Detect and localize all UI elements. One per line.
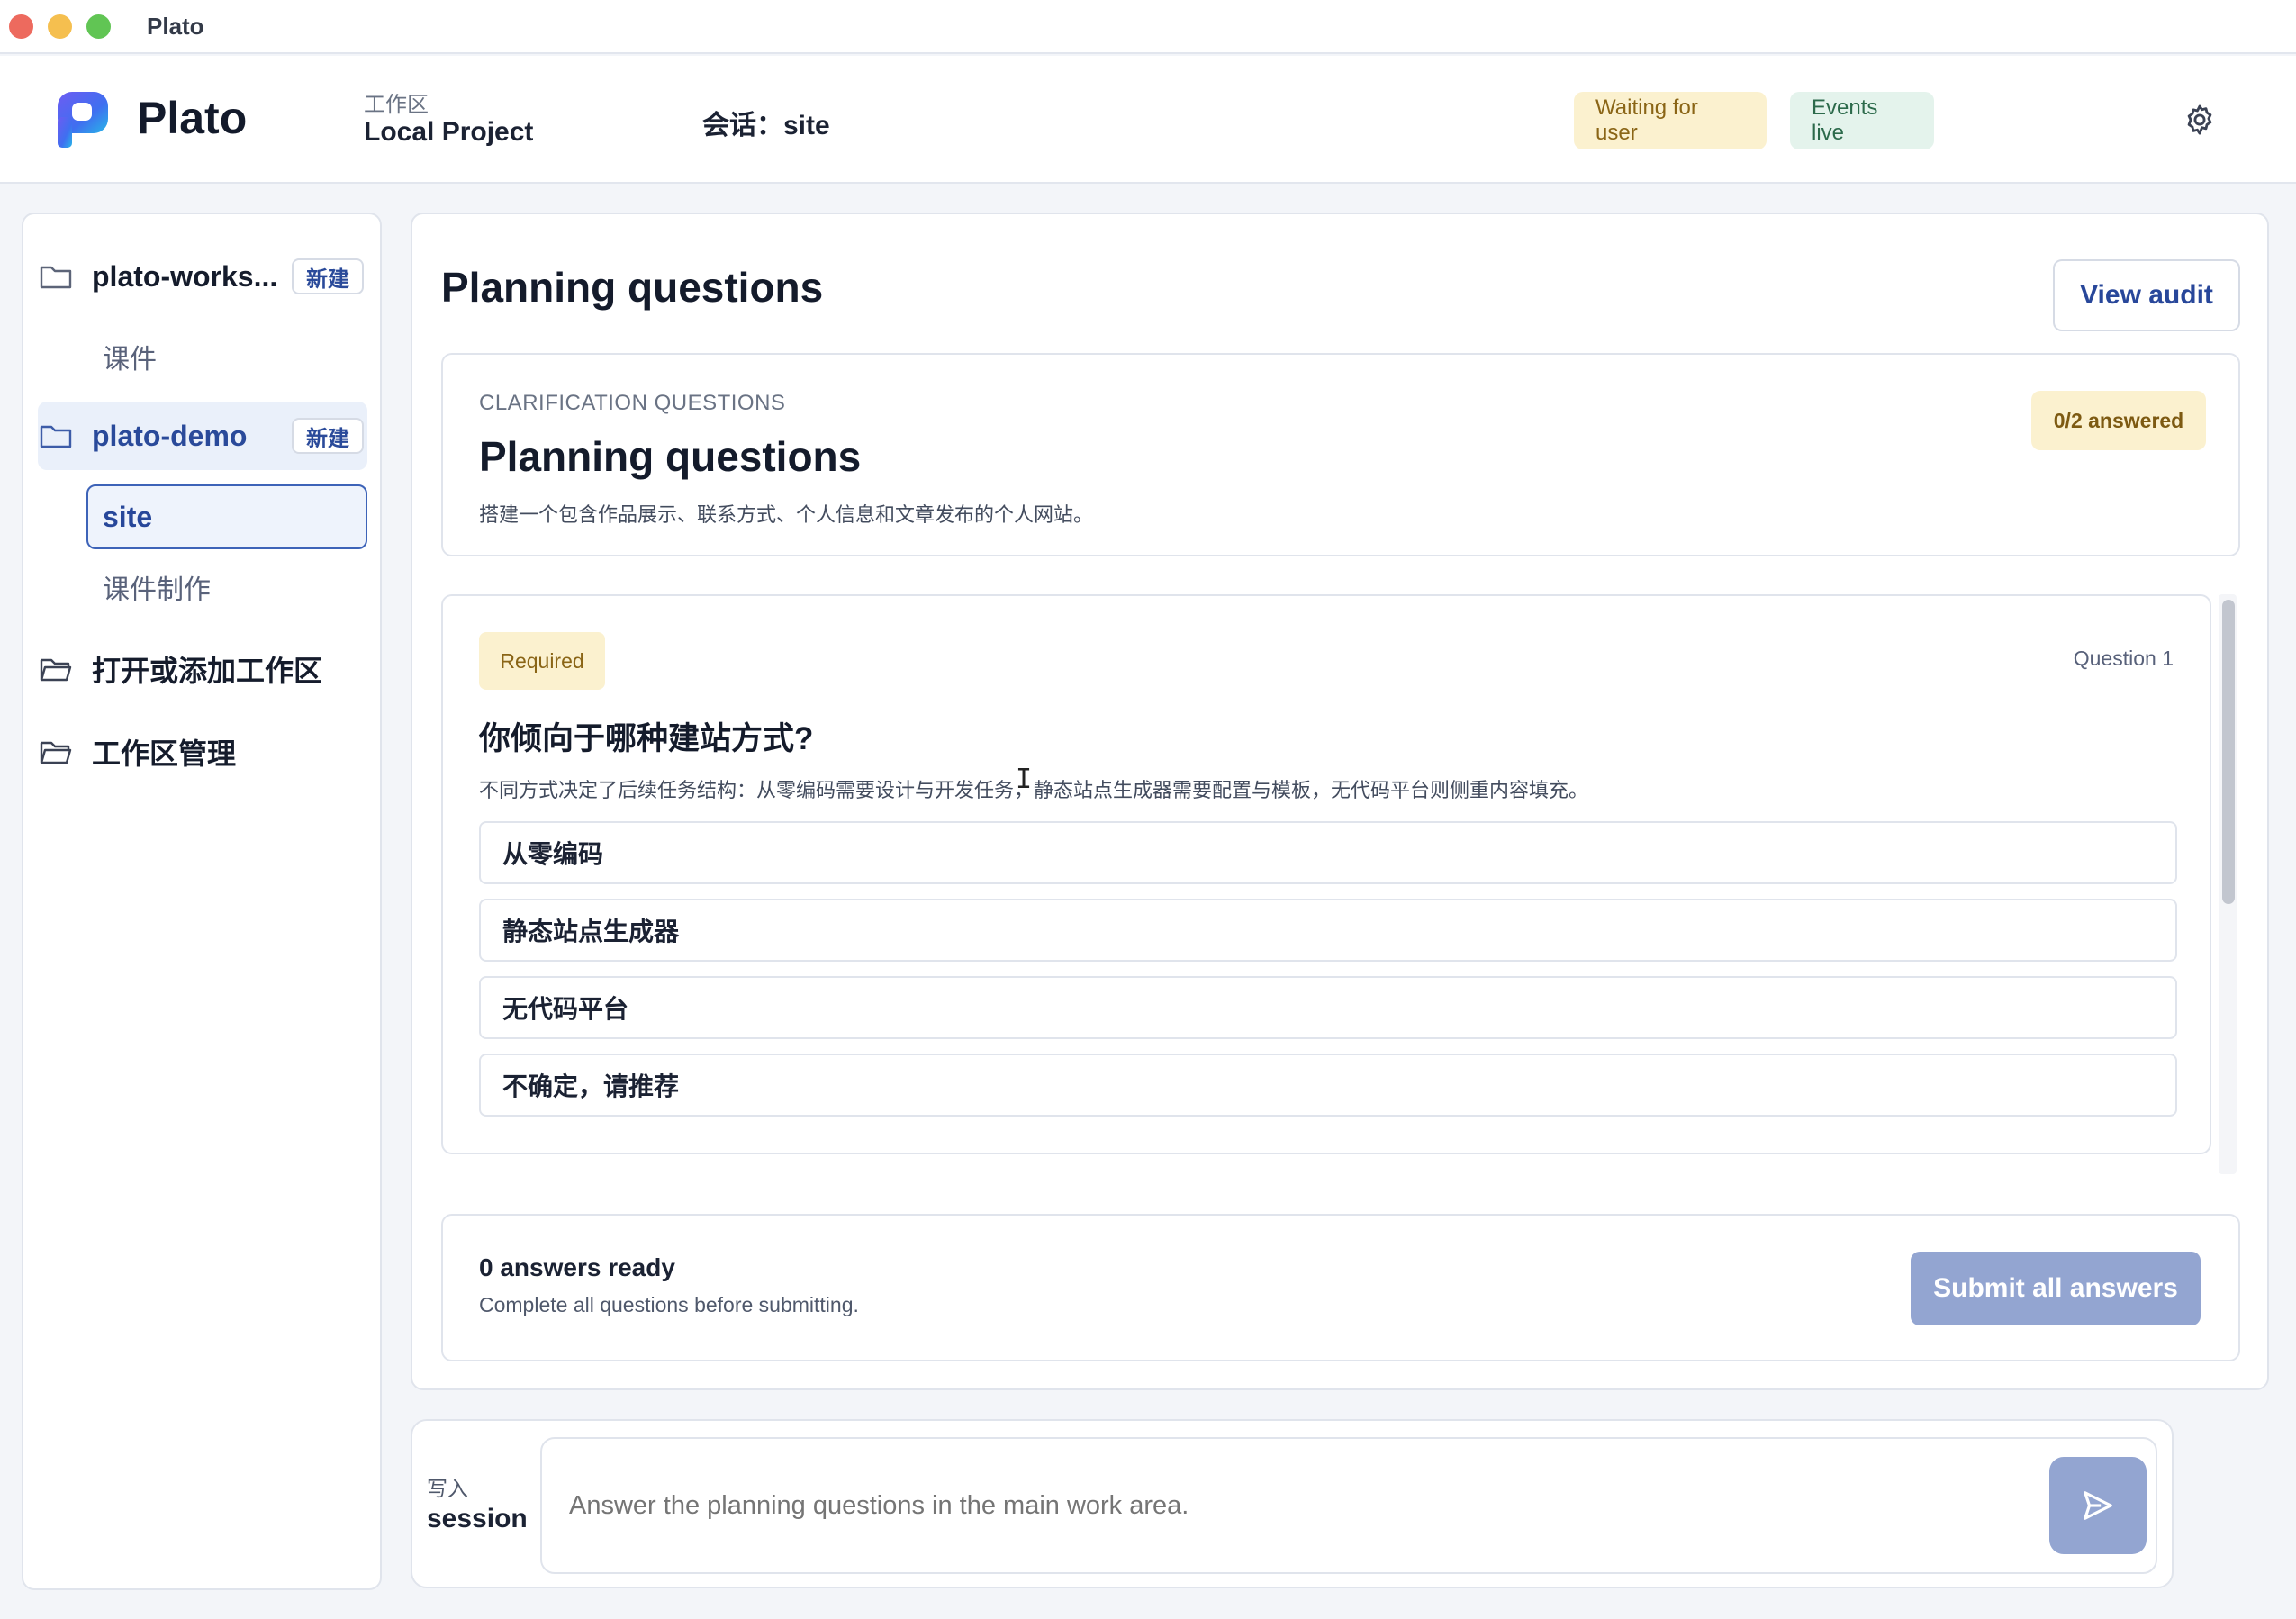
new-session-button[interactable]: 新建 (292, 418, 364, 454)
option-from-scratch[interactable]: 从零编码 (479, 821, 2177, 884)
option-no-code-platform[interactable]: 无代码平台 (479, 976, 2177, 1039)
answers-ready-count: 0 answers ready (479, 1253, 675, 1281)
option-static-site-generator[interactable]: 静态站点生成器 (479, 899, 2177, 962)
close-window-button[interactable] (9, 14, 33, 39)
clarification-description: 搭建一个包含作品展示、联系方式、个人信息和文章发布的个人网站。 (479, 503, 1094, 526)
view-audit-button[interactable]: View audit (2053, 259, 2240, 331)
clarification-title: Planning questions (479, 433, 862, 480)
folder-icon (40, 266, 72, 289)
submit-card: 0 answers ready Complete all questions b… (441, 1214, 2240, 1361)
composer-caption: 写入 (427, 1477, 468, 1500)
sidebar-session-item[interactable]: 课件 (103, 337, 157, 376)
new-session-button[interactable]: 新建 (292, 258, 364, 294)
sidebar-session-item[interactable]: 课件制作 (103, 567, 211, 607)
app-header: Plato 工作区 Local Project 会话：site Waiting … (0, 56, 2296, 184)
submit-hint: Complete all questions before submitting… (479, 1293, 859, 1316)
clarification-card: CLARIFICATION QUESTIONS Planning questio… (441, 353, 2240, 556)
manage-workspace-label: 工作区管理 (92, 737, 237, 770)
workspace-name: Local Project (364, 117, 534, 147)
status-badge-waiting: Waiting for user (1574, 92, 1767, 149)
window-controls (9, 14, 111, 39)
send-icon (2084, 1491, 2112, 1520)
status-badge-events: Events live (1790, 92, 1934, 149)
composer-target: session (427, 1504, 528, 1533)
required-badge: Required (479, 632, 605, 690)
workspace-caption: 工作区 (364, 93, 429, 117)
folder-icon (40, 425, 72, 448)
open-workspace-action[interactable]: 打开或添加工作区 (23, 647, 322, 692)
folder-open-icon (40, 658, 72, 682)
sidebar-session-item-selected[interactable]: site (86, 484, 367, 549)
question-description: 不同方式决定了后续任务结构：从零编码需要设计与开发任务，静态站点生成器需要配置与… (479, 779, 1589, 801)
minimize-window-button[interactable] (48, 14, 72, 39)
sidebar-workspace-plato-works[interactable]: plato-works... 新建 (23, 254, 380, 299)
text-cursor-icon: I (1016, 764, 1033, 795)
manage-workspace-action[interactable]: 工作区管理 (23, 729, 236, 774)
clarification-caption: CLARIFICATION QUESTIONS (479, 391, 786, 415)
zoom-window-button[interactable] (86, 14, 111, 39)
composer: 写入 session (411, 1419, 2174, 1588)
brand-name: Plato (137, 93, 248, 143)
option-not-sure[interactable]: 不确定，请推荐 (479, 1054, 2177, 1117)
title-bar: Plato (0, 0, 2296, 54)
sidebar-workspace-label: plato-works... (92, 259, 278, 293)
session-label: 会话：site (702, 111, 830, 140)
folder-open-icon (40, 741, 72, 764)
open-workspace-label: 打开或添加工作区 (92, 655, 323, 687)
sidebar-workspace-label: plato-demo (92, 419, 248, 452)
gear-icon[interactable] (2183, 103, 2217, 137)
sidebar-workspace-plato-demo[interactable]: plato-demo 新建 (23, 413, 380, 458)
questions-scrollbar-thumb[interactable] (2222, 600, 2235, 904)
window-title: Plato (147, 12, 204, 40)
composer-input[interactable] (540, 1437, 2157, 1574)
main-work-area: Planning questions View audit CLARIFICAT… (411, 213, 2269, 1390)
question-title: 你倾向于哪种建站方式? (479, 721, 814, 756)
send-button[interactable] (2049, 1457, 2147, 1554)
question-card: Required Question 1 你倾向于哪种建站方式? 不同方式决定了后… (441, 594, 2211, 1154)
page-title: Planning questions (441, 264, 824, 311)
submit-all-answers-button[interactable]: Submit all answers (1911, 1252, 2201, 1325)
answered-count-badge: 0/2 answered (2031, 391, 2206, 450)
plato-logo-icon (58, 92, 108, 148)
question-number: Question 1 (2073, 647, 2174, 670)
workspace-sidebar: plato-works... 新建 课件 plato-demo 新建 site … (22, 213, 382, 1590)
